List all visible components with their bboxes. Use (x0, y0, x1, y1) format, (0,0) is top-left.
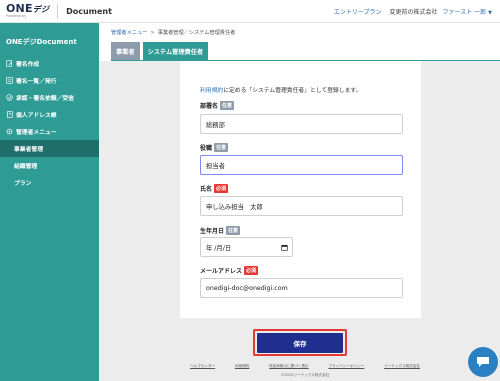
sidebar-subitem-label: 組織管理 (14, 164, 38, 170)
tab-business[interactable]: 事業者 (111, 42, 140, 60)
birthdate-field[interactable]: 年 /月/日 (200, 237, 293, 257)
required-badge: 必須 (214, 184, 229, 193)
required-badge: 必須 (244, 266, 259, 275)
address-book-icon (6, 111, 13, 118)
breadcrumb: 管理者メニュー > 事業者管理／システム管理責任者 (111, 29, 236, 37)
app-title: Document (66, 6, 112, 16)
sidebar: ONEデジDocument 署名作成 署名一覧／発行 承認・署名依頼／受信 個人… (0, 23, 99, 381)
user-menu[interactable]: ファースト 一郎 ▼ (443, 7, 492, 16)
tab-bar: 事業者 システム管理責任者 (111, 42, 211, 60)
sidebar-item-create-signature[interactable]: 署名作成 (0, 55, 99, 72)
calendar-icon[interactable] (281, 244, 288, 251)
sidebar-item-requests[interactable]: 承認・署名依頼／受信 (0, 89, 99, 106)
email-label: メールアドレス 必須 (200, 266, 259, 275)
sidebar-subitem-organization[interactable]: 組織管理 (0, 157, 99, 174)
name-value: 申し込み担当 太郎 (206, 203, 263, 211)
email-value: onedigi-doc@onedigi.com (206, 284, 288, 292)
name-label-text: 氏名 (200, 186, 213, 193)
tab-system-admin[interactable]: システム管理責任者 (142, 42, 209, 60)
sidebar-item-address-book[interactable]: 個人アドレス帳 (0, 106, 99, 123)
entry-plan-link[interactable]: エントリープラン (334, 7, 382, 16)
sidebar-item-label: 承認・署名依頼／受信 (16, 96, 74, 102)
footer-link-company[interactable]: リーテックス株式会社 (384, 364, 420, 369)
intro-text: に定める「システム管理責任者」として登録します。 (223, 88, 362, 94)
birthdate-label: 生年月日 任意 (200, 226, 241, 235)
sidebar-item-label: 署名一覧／発行 (16, 79, 57, 85)
form-intro: 利用規約に定める「システム管理責任者」として登録します。 (200, 85, 361, 94)
user-name: ファースト 一郎 (442, 9, 487, 16)
app-logo[interactable]: ONEデジ Powered by (6, 3, 49, 19)
birthdate-label-text: 生年月日 (200, 228, 225, 235)
sidebar-subitem-label: 事業者管理 (14, 147, 43, 153)
email-label-text: メールアドレス (200, 268, 243, 275)
breadcrumb-current: 事業者管理／システム管理責任者 (157, 30, 236, 36)
footer-link-commercial-law[interactable]: 特定商取引に基づく表示 (269, 364, 309, 369)
sidebar-item-label: 署名作成 (16, 62, 40, 68)
admin-gear-icon (6, 128, 13, 135)
position-field[interactable]: 担当者 (200, 155, 403, 175)
logo-digi-text: デジ (32, 5, 50, 15)
position-label-text: 役職 (200, 145, 213, 152)
terms-link[interactable]: 利用規約 (200, 88, 223, 94)
sidebar-subitem-plan[interactable]: プラン (0, 174, 99, 191)
signature-request-icon (6, 94, 13, 101)
topbar-divider (57, 4, 59, 18)
breadcrumb-root[interactable]: 管理者メニュー (111, 29, 147, 36)
sidebar-title: ONEデジDocument (6, 38, 77, 46)
sidebar-subitem-label: プラン (14, 181, 32, 187)
department-value: 総務部 (206, 121, 225, 129)
chat-support-button[interactable] (468, 347, 498, 377)
department-label: 部署名 任意 (200, 101, 235, 110)
department-field[interactable]: 総務部 (200, 114, 403, 134)
footer-link-privacy[interactable]: プライバシーポリシー (328, 364, 364, 369)
footer-links: ヘルプセンター 利用規約 特定商取引に基づく表示 プライバシーポリシー リーテッ… (190, 364, 420, 369)
sidebar-subitem-business-management[interactable]: 事業者管理 (0, 140, 99, 157)
sidebar-item-signature-list[interactable]: 署名一覧／発行 (0, 72, 99, 89)
logo-subtext: Powered by (6, 14, 27, 19)
save-button[interactable]: 保存 (257, 333, 343, 353)
footer-link-help[interactable]: ヘルプセンター (190, 364, 215, 369)
top-bar: ONEデジ Powered by Document エントリープラン 変更前の株… (0, 0, 500, 23)
email-field[interactable]: onedigi-doc@onedigi.com (200, 278, 403, 298)
pen-document-icon (6, 60, 13, 67)
position-value: 担当者 (206, 162, 225, 170)
chevron-down-icon: ▼ (488, 10, 492, 16)
document-list-icon (6, 77, 13, 84)
sidebar-item-label: 管理者メニュー (16, 130, 57, 136)
optional-badge: 任意 (226, 226, 241, 235)
copyright: ©2025リーテックス株式会社 (280, 373, 330, 377)
position-label: 役職 任意 (200, 143, 229, 152)
breadcrumb-separator: > (150, 29, 155, 36)
chat-bubble-icon (476, 353, 490, 372)
optional-badge: 任意 (220, 101, 235, 110)
department-label-text: 部署名 (200, 103, 219, 110)
company-name: 変更前の株式会社 (389, 9, 438, 16)
footer-link-terms[interactable]: 利用規約 (235, 364, 249, 369)
sidebar-item-admin-menu[interactable]: 管理者メニュー (0, 123, 99, 140)
optional-badge: 任意 (214, 143, 229, 152)
sidebar-item-label: 個人アドレス帳 (16, 113, 57, 119)
birthdate-value: 年 /月/日 (206, 244, 232, 252)
name-label: 氏名 必須 (200, 184, 229, 193)
name-field[interactable]: 申し込み担当 太郎 (200, 196, 403, 216)
